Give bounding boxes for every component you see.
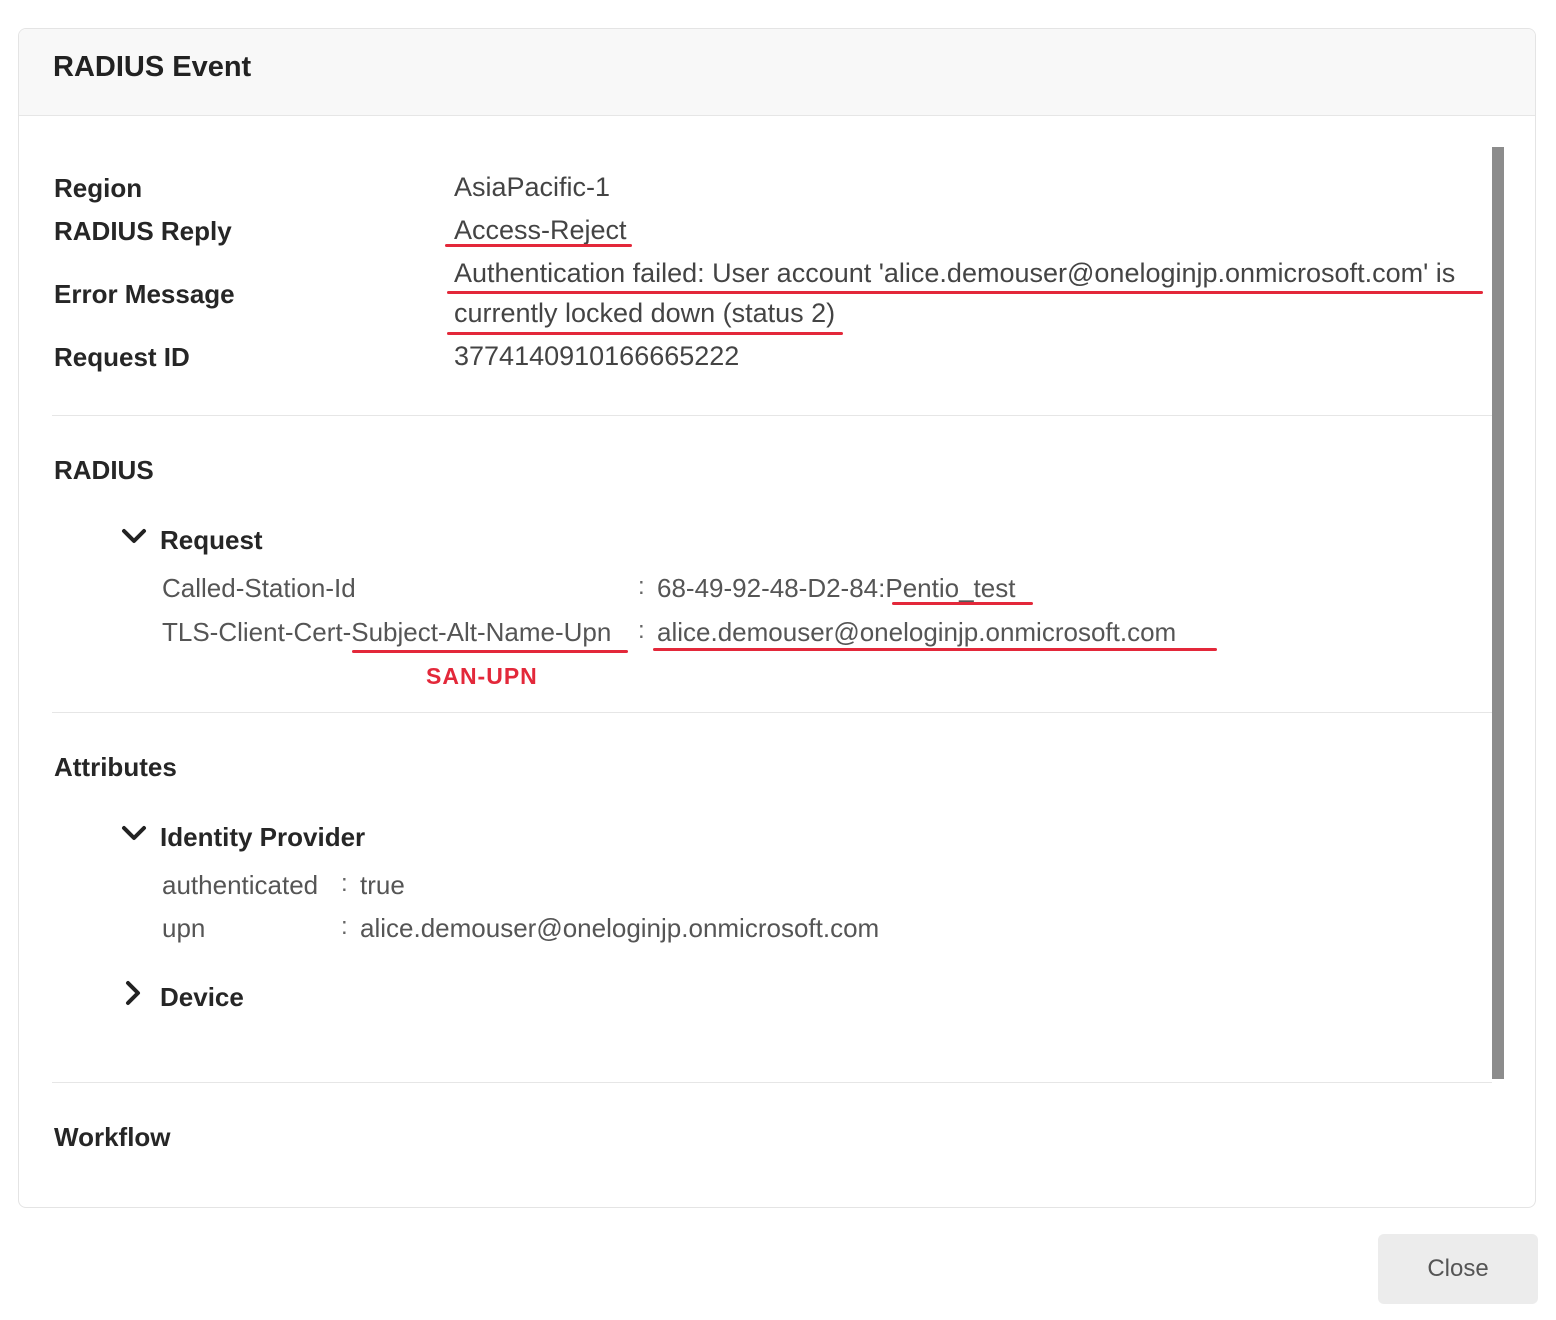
workflow-heading: Workflow [54,1122,171,1152]
device-group-toggle[interactable]: Device [160,982,244,1013]
authenticated-label: authenticated [162,870,319,900]
error-message-line-1: Authentication failed: User account 'ali… [454,258,1456,288]
tls-san-upn-label: TLS-Client-Cert-Subject-Alt-Name-Upn [162,617,612,647]
called-station-id-value: 68-49-92-48-D2-84:Pentio_test [657,573,1016,603]
section-divider [52,1082,1492,1083]
content-scrollbar[interactable] [1492,147,1504,1079]
radius-heading: RADIUS [54,455,154,485]
chevron-down-icon[interactable] [121,526,147,546]
request-id-value: 3774140910166665222 [454,341,740,371]
radius-reply-value: Access-Reject [454,215,627,245]
authenticated-colon: : [341,870,348,897]
upn-colon: : [341,913,348,940]
tls-san-upn-colon: : [638,617,645,644]
chevron-right-icon[interactable] [123,980,143,1006]
annotation-underline [445,244,632,247]
authenticated-value: true [360,870,405,900]
annotation-underline [653,648,1217,651]
tls-san-upn-value: alice.demouser@oneloginjp.onmicrosoft.co… [657,617,1177,647]
attributes-heading: Attributes [54,752,177,782]
request-id-label: Request ID [54,342,190,372]
upn-value: alice.demouser@oneloginjp.onmicrosoft.co… [360,913,880,943]
dialog-title: RADIUS Event [53,51,252,83]
error-message-label: Error Message [54,279,235,309]
called-station-id-colon: : [638,573,645,600]
annotation-underline [892,602,1033,605]
section-divider [52,712,1492,713]
annotation-underline [447,332,843,335]
region-label: Region [54,173,143,203]
radius-reply-label: RADIUS Reply [54,216,232,246]
chevron-down-icon[interactable] [121,823,147,843]
identity-provider-group-toggle[interactable]: Identity Provider [160,822,365,853]
request-group-toggle[interactable]: Request [160,525,263,556]
san-upn-annotation: SAN-UPN [426,663,538,689]
section-divider [52,415,1492,416]
error-message-line-2: currently locked down (status 2) [454,298,836,328]
dialog-header: RADIUS Event [19,29,1535,116]
radius-event-dialog: RADIUS Event Region AsiaPacific-1 RADIUS… [18,28,1536,1208]
annotation-underline [447,291,1483,294]
close-button[interactable]: Close [1378,1234,1538,1304]
annotation-underline [352,650,628,653]
called-station-id-label: Called-Station-Id [162,573,356,603]
upn-label: upn [162,913,206,943]
region-value: AsiaPacific-1 [454,172,611,202]
